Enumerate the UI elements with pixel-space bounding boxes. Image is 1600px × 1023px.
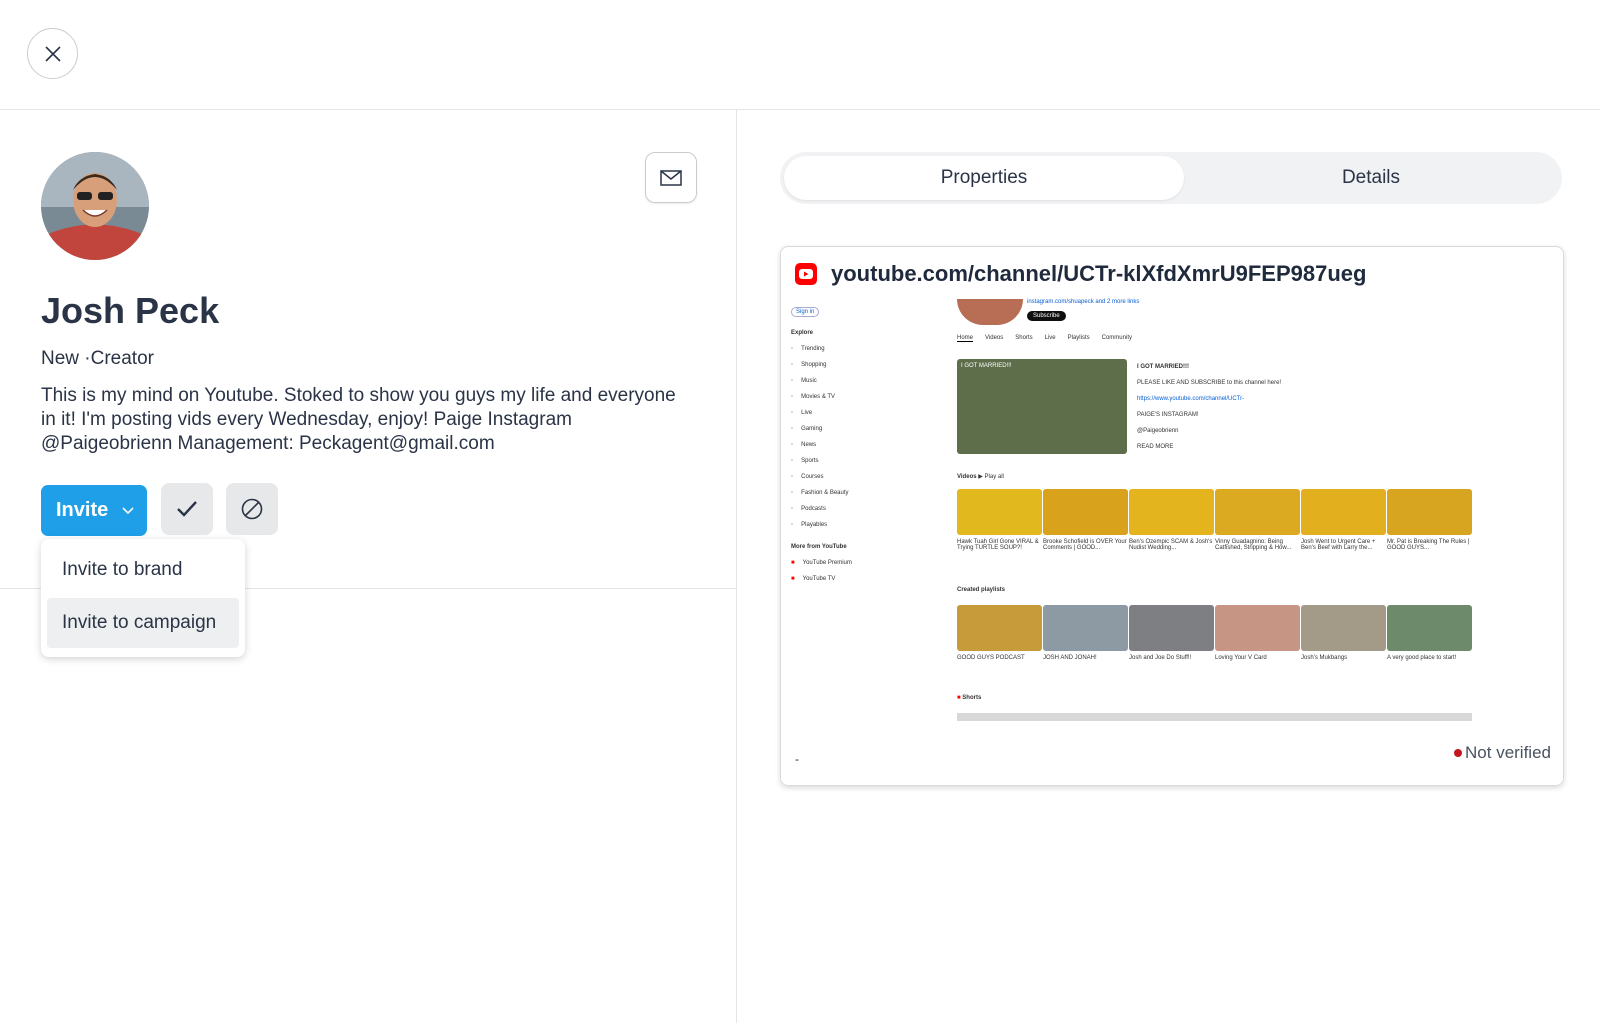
yt-video-thumb <box>1387 489 1472 535</box>
yt-playlist-thumb <box>1129 605 1214 651</box>
yt-video-thumb <box>1043 489 1128 535</box>
yt-videos-heading: Videos ▶ Play all <box>957 474 1004 480</box>
yt-section-more: More from YouTube <box>791 544 847 550</box>
yt-video-title: Brooke Schofield is OVER Your Comments |… <box>1043 539 1127 551</box>
yt-channel-avatar <box>957 299 1023 325</box>
yt-nav-item: ◦ Gaming <box>791 426 823 432</box>
approve-button[interactable] <box>161 483 213 535</box>
yt-channel-links: instagram.com/shuapeck and 2 more links <box>1027 299 1140 305</box>
verification-label: Not verified <box>1465 743 1551 762</box>
yt-video-title: Hawk Tuah Girl Gone VIRAL & Trying TURTL… <box>957 539 1039 551</box>
checkmark-icon <box>177 501 197 517</box>
yt-nav-item: ◦ Courses <box>791 474 824 480</box>
status-dot-icon <box>1454 749 1463 757</box>
yt-playlist-thumb <box>957 605 1042 651</box>
tab-properties[interactable]: Properties <box>784 156 1184 200</box>
yt-video-title: Josh Went to Urgent Care + Ben's Beef wi… <box>1301 539 1376 551</box>
yt-playlist-title: JOSH AND JONAH! <box>1043 655 1097 661</box>
yt-playlist-title: Loving Your V Card <box>1215 655 1267 661</box>
avatar <box>41 152 149 260</box>
tab-details[interactable]: Details <box>1184 156 1558 200</box>
invite-dropdown-menu: Invite to brand Invite to campaign <box>41 539 245 657</box>
yt-nav-item: ◦ Trending <box>791 346 825 352</box>
invite-button-label: Invite <box>56 499 109 521</box>
channel-screenshot: Sign in Explore ◦ Trending ◦ Shopping ◦ … <box>781 299 1563 729</box>
yt-channel-nav: Home Videos Shorts Live Playlists Community <box>957 335 1132 342</box>
creator-meta: New ·Creator <box>41 348 154 369</box>
yt-subscribe: Subscribe <box>1027 311 1066 321</box>
yt-sidebar: Sign in Explore ◦ Trending ◦ Shopping ◦ … <box>791 299 881 587</box>
yt-nav-item: ◦ Playables <box>791 522 828 528</box>
mail-icon <box>660 169 682 186</box>
chevron-down-icon <box>122 506 134 514</box>
yt-featured-video: I GOT MARRIED!!! <box>957 359 1127 454</box>
yt-playlist-title: GOOD GUYS PODCAST <box>957 655 1025 661</box>
yt-featured-info: I GOT MARRIED!!! PLEASE LIKE AND SUBSCRI… <box>1137 364 1282 450</box>
creator-bio: This is my mind on Youtube. Stoked to sh… <box>41 385 676 454</box>
yt-playlist-thumb <box>1215 605 1300 651</box>
yt-shorts-row <box>957 713 1472 721</box>
decline-button[interactable] <box>226 483 278 535</box>
yt-video-thumb <box>957 489 1042 535</box>
menu-item-invite-campaign[interactable]: Invite to campaign <box>47 598 239 648</box>
yt-nav-item: ◦ Shopping <box>791 362 827 368</box>
yt-sign-in: Sign in <box>791 299 881 325</box>
close-button[interactable] <box>27 28 78 79</box>
property-url[interactable]: youtube.com/channel/UCTr-klXfdXmrU9FEP98… <box>831 261 1366 287</box>
close-icon <box>44 45 61 62</box>
youtube-icon <box>795 263 817 285</box>
yt-playlist-thumb <box>1301 605 1386 651</box>
invite-button[interactable]: Invite <box>41 485 147 536</box>
yt-nav-item: ■ YouTube Premium <box>791 560 852 566</box>
tab-bar: Properties Details <box>780 152 1562 204</box>
yt-nav-item: ■ YouTube TV <box>791 576 836 582</box>
yt-nav-item: ◦ Live <box>791 410 813 416</box>
yt-nav-item: ◦ Music <box>791 378 817 384</box>
property-footer: - <box>795 752 799 766</box>
creator-name: Josh Peck <box>41 290 220 331</box>
yt-video-thumb <box>1215 489 1300 535</box>
yt-playlist-thumb <box>1043 605 1128 651</box>
yt-playlist-title: Josh and Joe Do Stuff!! <box>1129 655 1192 661</box>
yt-playlist-thumb <box>1387 605 1472 651</box>
property-header: youtube.com/channel/UCTr-klXfdXmrU9FEP98… <box>795 261 1366 287</box>
block-icon <box>241 498 263 520</box>
yt-shorts-heading: ■ Shorts <box>957 695 982 701</box>
top-bar <box>0 0 1600 110</box>
yt-playlist-title: A very good place to start! <box>1387 655 1457 661</box>
yt-nav-item: ◦ News <box>791 442 817 448</box>
yt-nav-item: ◦ Movies & TV <box>791 394 836 400</box>
menu-item-invite-brand[interactable]: Invite to brand <box>47 545 239 595</box>
profile-panel: Josh Peck New ·Creator This is my mind o… <box>0 110 737 1023</box>
yt-nav-item: ◦ Fashion & Beauty <box>791 490 849 496</box>
yt-playlists-heading: Created playlists <box>957 587 1006 593</box>
message-button[interactable] <box>645 152 697 203</box>
property-card: youtube.com/channel/UCTr-klXfdXmrU9FEP98… <box>780 246 1564 786</box>
yt-playlist-title: Josh's Mukbangs <box>1301 655 1348 661</box>
yt-video-title: Ben's Ozempic SCAM & Josh's Nudist Weddi… <box>1129 539 1213 551</box>
yt-nav-item: ◦ Podcasts <box>791 506 826 512</box>
verification-status: Not verified <box>1454 743 1551 763</box>
yt-video-title: Vinny Guadagnino: Being Catfished, Strip… <box>1215 539 1292 551</box>
yt-video-title: Mr. Pat is Breaking The Rules | GOOD GUY… <box>1387 539 1470 551</box>
yt-section-explore: Explore <box>791 330 814 336</box>
yt-nav-item: ◦ Sports <box>791 458 819 464</box>
yt-video-thumb <box>1301 489 1386 535</box>
yt-video-thumb <box>1129 489 1214 535</box>
